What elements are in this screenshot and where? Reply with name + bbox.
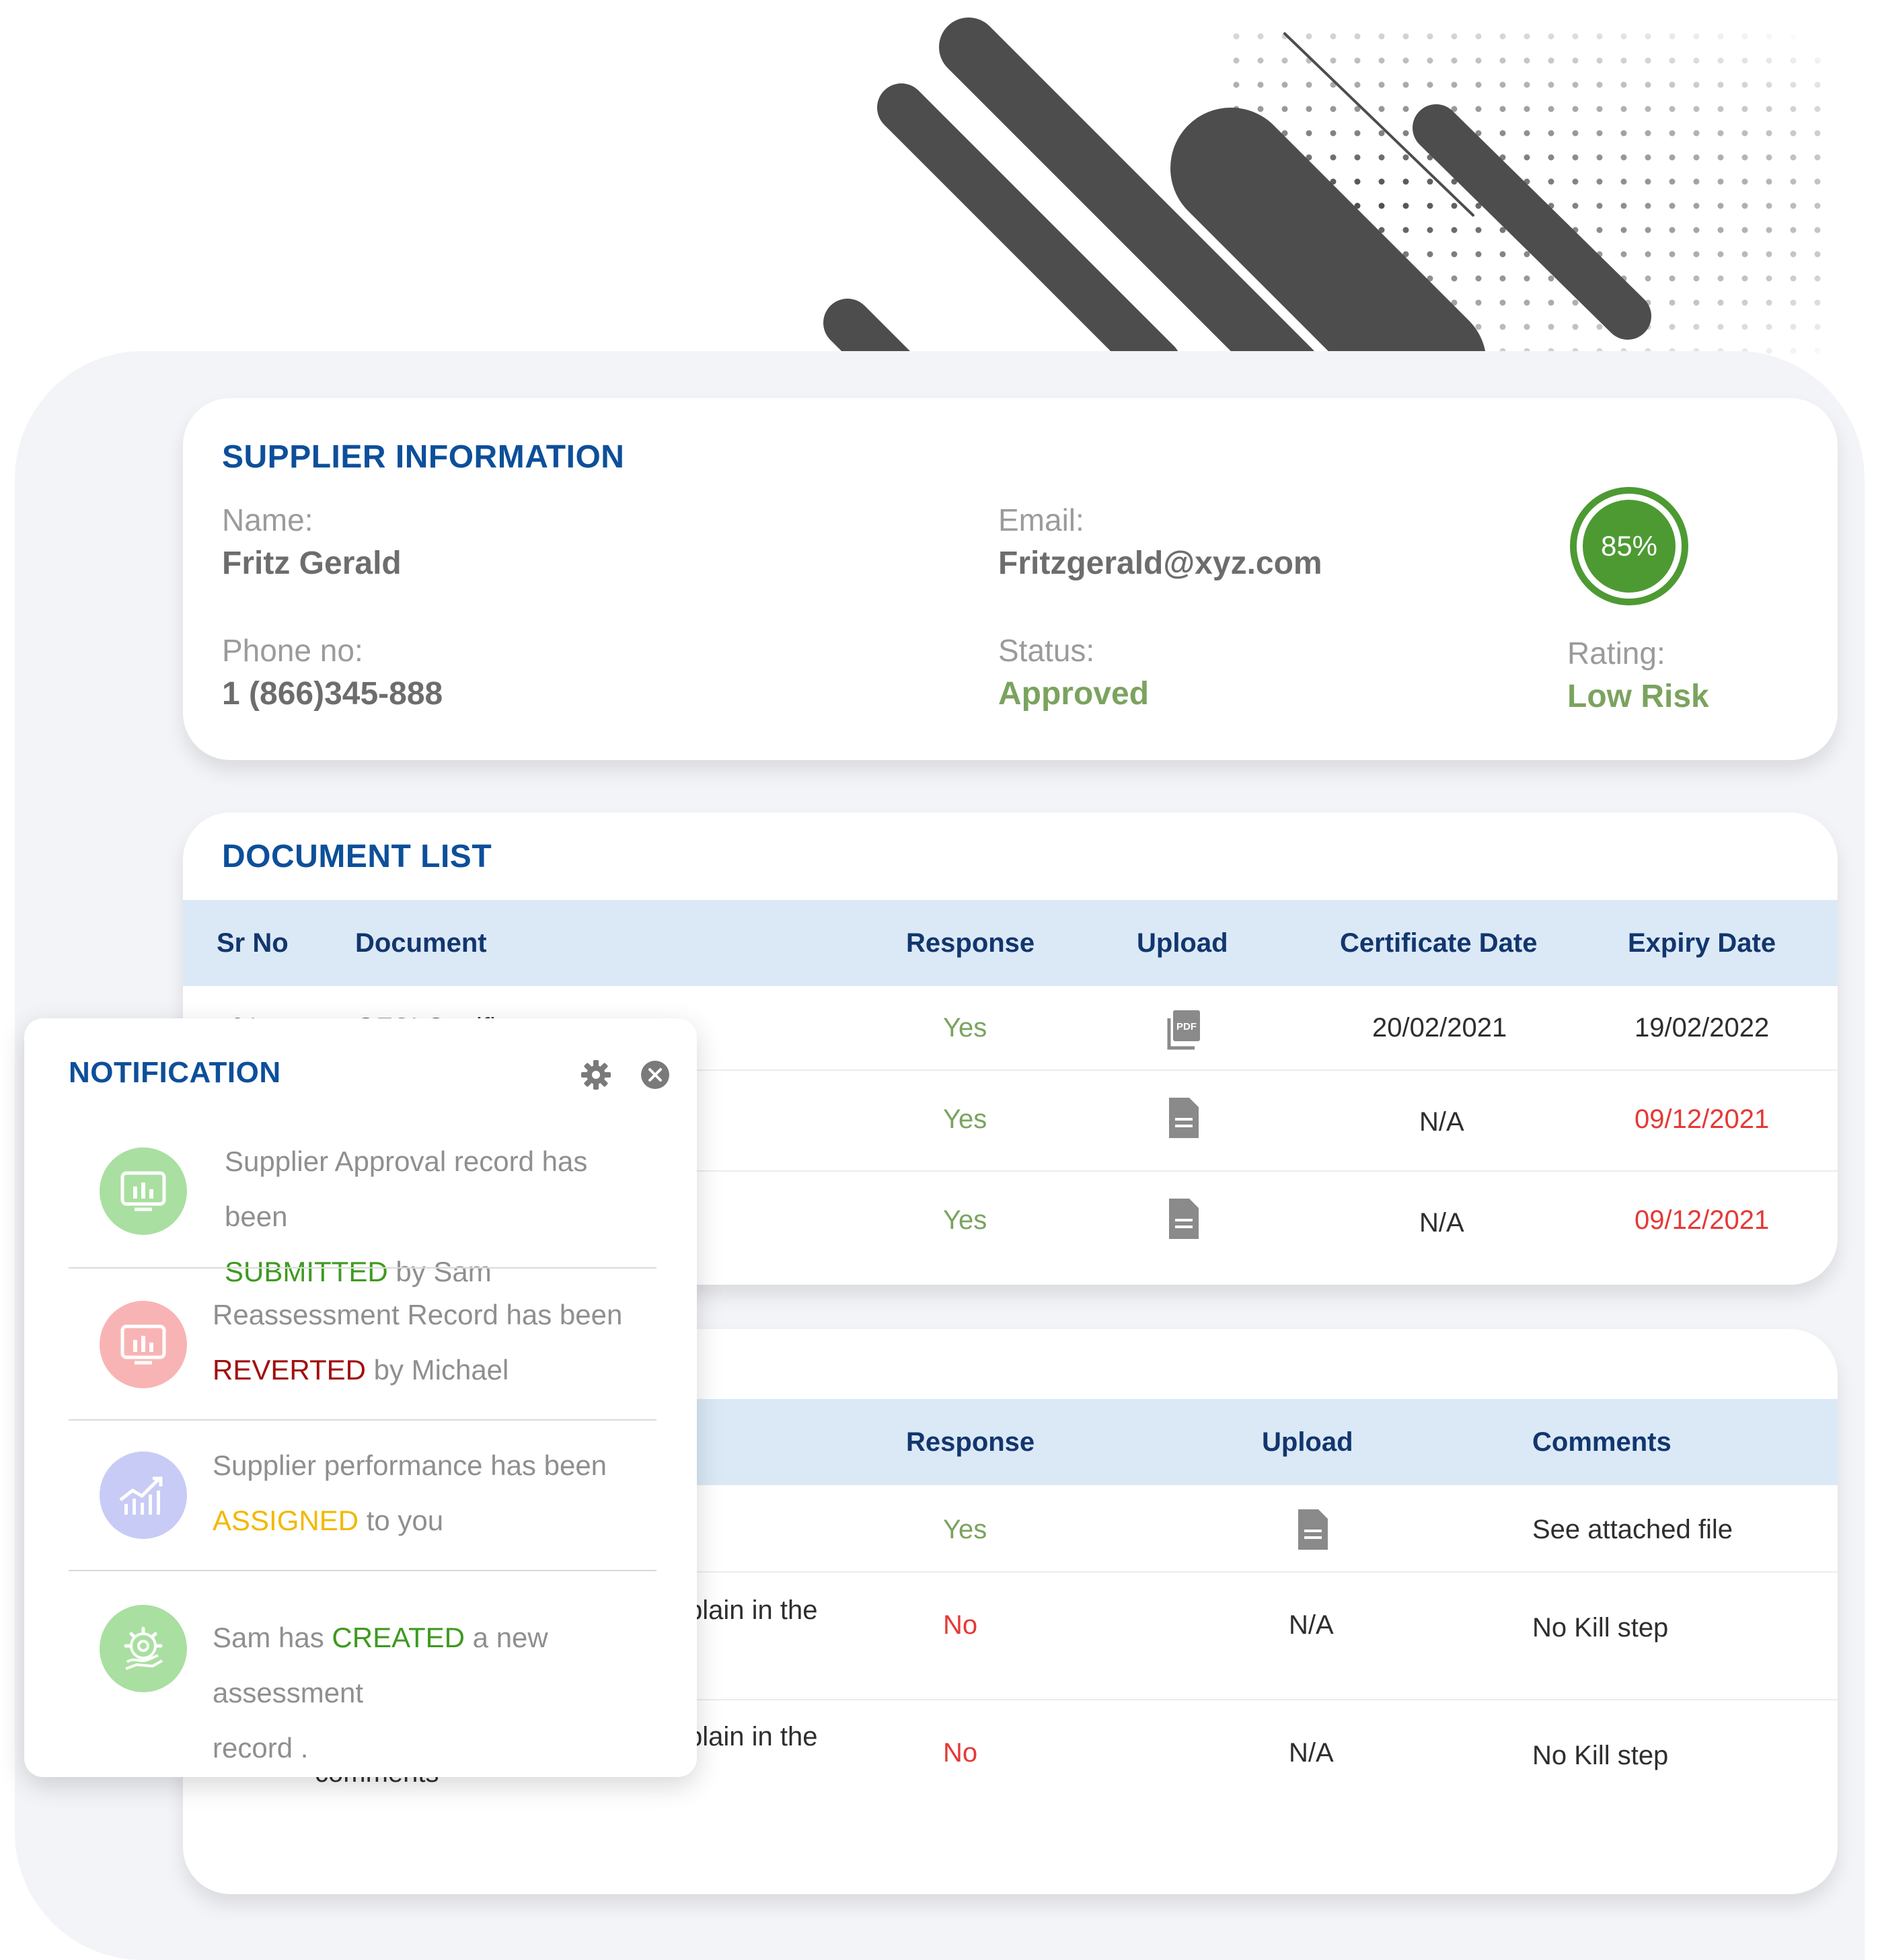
notification-avatar bbox=[100, 1147, 187, 1235]
email-value[interactable]: Fritzgerald@xyz.com bbox=[998, 545, 1322, 582]
document-icon[interactable] bbox=[1295, 1509, 1330, 1550]
rating-percent: 85% bbox=[1583, 500, 1676, 593]
expiry-date: 19/02/2022 bbox=[1635, 1013, 1770, 1043]
header-upload[interactable]: Upload bbox=[1137, 900, 1228, 986]
svg-text:PDF: PDF bbox=[1176, 1021, 1197, 1032]
notification-suffix: by Michael bbox=[365, 1354, 509, 1386]
notification-message-line2: record . bbox=[213, 1732, 309, 1764]
question-text-fragment: plain in the bbox=[687, 1722, 818, 1751]
response-value: Yes bbox=[943, 1515, 987, 1544]
document-table-header: Sr No Document Response Upload Certifica… bbox=[183, 900, 1838, 986]
header-response[interactable]: Response bbox=[906, 900, 1035, 986]
supplier-info-title: SUPPLIER INFORMATION bbox=[222, 439, 625, 475]
header-document[interactable]: Document bbox=[355, 900, 487, 986]
notification-prefix: Sam has bbox=[213, 1622, 332, 1653]
status-label: Status: bbox=[998, 633, 1095, 668]
decorative-stripes-graphic bbox=[823, 17, 1830, 363]
notification-avatar bbox=[100, 1452, 187, 1539]
comment-text: No Kill step bbox=[1532, 1741, 1669, 1770]
header-expiry-date[interactable]: Expiry Date bbox=[1628, 900, 1776, 986]
notification-item[interactable]: Sam has CREATED a new assessment record … bbox=[69, 1605, 654, 1764]
notification-avatar bbox=[100, 1301, 187, 1388]
status-value: Approved bbox=[998, 676, 1150, 712]
notification-item[interactable]: Reassessment Record has been REVERTED by… bbox=[69, 1299, 654, 1408]
document-icon[interactable] bbox=[1166, 1199, 1201, 1239]
notification-status-keyword: REVERTED bbox=[213, 1354, 366, 1386]
notification-status-keyword: ASSIGNED bbox=[213, 1505, 359, 1536]
notification-status-keyword: CREATED bbox=[332, 1622, 465, 1653]
header-upload[interactable]: Upload bbox=[1262, 1399, 1353, 1485]
header-sr-no[interactable]: Sr No bbox=[217, 900, 289, 986]
header-certificate-date[interactable]: Certificate Date bbox=[1340, 900, 1537, 986]
growth-chart-icon bbox=[119, 1476, 163, 1515]
chart-icon bbox=[120, 1171, 166, 1211]
comment-text: No Kill step bbox=[1532, 1613, 1669, 1643]
notification-divider bbox=[69, 1570, 656, 1571]
notification-suffix: to you bbox=[359, 1505, 444, 1536]
notification-message: Supplier Approval record has been bbox=[225, 1145, 588, 1232]
pdf-file-icon[interactable]: PDF bbox=[1166, 1010, 1201, 1051]
notification-message: Supplier performance has been bbox=[213, 1449, 607, 1481]
phone-value: 1 (866)345-888 bbox=[222, 676, 443, 712]
supplier-information-card: SUPPLIER INFORMATION Name: Fritz Gerald … bbox=[183, 398, 1838, 760]
email-label: Email: bbox=[998, 502, 1084, 537]
response-value: No bbox=[943, 1738, 978, 1768]
phone-label: Phone no: bbox=[222, 633, 363, 668]
response-value: No bbox=[943, 1610, 978, 1640]
question-text-fragment: plain in the bbox=[687, 1595, 818, 1625]
notification-panel: NOTIFICATION Supplier Approval record ha… bbox=[24, 1018, 697, 1777]
response-value: Yes bbox=[943, 1205, 987, 1235]
rating-badge: 85% bbox=[1570, 487, 1688, 605]
response-value: Yes bbox=[943, 1013, 987, 1043]
name-label: Name: bbox=[222, 502, 313, 537]
notification-title: NOTIFICATION bbox=[69, 1056, 281, 1089]
certificate-date: N/A bbox=[1419, 1208, 1464, 1238]
notification-message: Reassessment Record has been bbox=[213, 1299, 623, 1330]
expiry-date: 09/12/2021 bbox=[1635, 1205, 1770, 1235]
notification-item[interactable]: Supplier performance has been ASSIGNED t… bbox=[69, 1449, 654, 1559]
upload-value: N/A bbox=[1289, 1738, 1334, 1768]
gear-hand-icon bbox=[124, 1626, 163, 1670]
header-comments[interactable]: Comments bbox=[1532, 1399, 1672, 1485]
name-value: Fritz Gerald bbox=[222, 545, 402, 581]
certificate-date: N/A bbox=[1419, 1107, 1464, 1137]
chart-icon bbox=[120, 1324, 166, 1365]
gear-icon[interactable] bbox=[580, 1059, 612, 1091]
document-icon[interactable] bbox=[1166, 1098, 1201, 1138]
response-value: Yes bbox=[943, 1104, 987, 1134]
expiry-date: 09/12/2021 bbox=[1635, 1104, 1770, 1134]
comment-text: See attached file bbox=[1532, 1515, 1733, 1544]
rating-value: Low Risk bbox=[1567, 679, 1709, 714]
notification-suffix: by Sam bbox=[387, 1256, 492, 1287]
upload-value: N/A bbox=[1289, 1610, 1334, 1640]
notification-item[interactable]: Supplier Approval record has been SUBMIT… bbox=[69, 1145, 654, 1287]
header-response[interactable]: Response bbox=[906, 1399, 1035, 1485]
certificate-date: 20/02/2021 bbox=[1372, 1013, 1507, 1043]
document-list-title: DOCUMENT LIST bbox=[222, 839, 492, 874]
rating-label: Rating: bbox=[1567, 636, 1665, 671]
close-icon[interactable] bbox=[639, 1059, 671, 1091]
notification-divider bbox=[69, 1267, 656, 1269]
notification-avatar bbox=[100, 1605, 187, 1692]
notification-divider bbox=[69, 1419, 656, 1421]
notification-status-keyword: SUBMITTED bbox=[225, 1256, 388, 1287]
